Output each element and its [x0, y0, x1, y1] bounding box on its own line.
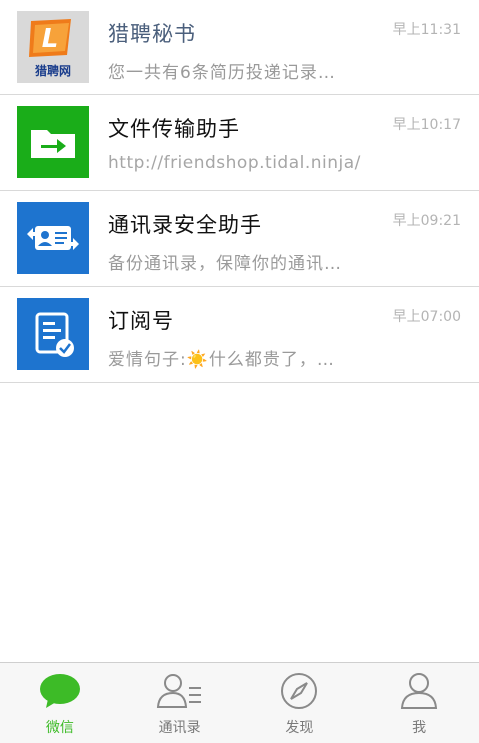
chat-item-subscriptions[interactable]: 订阅号 早上07:00 爱情句子:☀️什么都贵了，…: [0, 287, 479, 383]
chat-preview: 爱情句子:☀️什么都贵了，…: [108, 350, 335, 370]
tab-contacts[interactable]: 通讯录: [120, 663, 240, 743]
file-transfer-avatar: [17, 106, 89, 178]
liepin-logo-text: 猎聘网: [35, 63, 71, 78]
chat-list: L 猎聘网 猎聘秘书 早上11:31 您一共有6条简历投递记录… 文件传输助手 …: [0, 0, 479, 383]
chat-preview: 备份通讯录，保障你的通讯…: [108, 254, 342, 274]
subscriptions-avatar: [17, 298, 89, 370]
chat-item-liepin[interactable]: L 猎聘网 猎聘秘书 早上11:31 您一共有6条简历投递记录…: [0, 0, 479, 95]
person-icon: [399, 671, 439, 715]
tab-me[interactable]: 我: [359, 663, 479, 743]
svg-text:L: L: [42, 24, 59, 54]
folder-arrow-icon: [17, 106, 89, 178]
chat-time: 早上07:00: [392, 309, 461, 325]
bottom-tab-bar: 微信 通讯录 发现 我: [0, 662, 479, 743]
contact-sync-icon: [17, 202, 89, 274]
tab-label: 发现: [285, 720, 314, 736]
compass-icon: [279, 671, 319, 715]
chat-title: 文件传输助手: [108, 117, 240, 141]
chat-item-contacts-security[interactable]: 通讯录安全助手 早上09:21 备份通讯录，保障你的通讯…: [0, 191, 479, 287]
chat-title: 猎聘秘书: [108, 22, 196, 46]
chat-time: 早上09:21: [392, 213, 461, 229]
tab-label: 通讯录: [158, 720, 201, 736]
chat-time: 早上11:31: [392, 22, 461, 38]
tab-discover[interactable]: 发现: [240, 663, 360, 743]
chat-title: 订阅号: [108, 309, 174, 333]
chat-item-file-transfer[interactable]: 文件传输助手 早上10:17 http://friendshop.tidal.n…: [0, 95, 479, 191]
chat-time: 早上10:17: [392, 117, 461, 133]
chat-bubble-icon: [38, 671, 82, 715]
tab-label: 微信: [45, 720, 74, 736]
tab-wechat[interactable]: 微信: [0, 663, 120, 743]
contacts-icon: [155, 671, 205, 715]
contacts-security-avatar: [17, 202, 89, 274]
liepin-avatar: L 猎聘网: [17, 11, 89, 83]
document-check-icon: [17, 298, 89, 370]
chat-preview: 您一共有6条简历投递记录…: [108, 63, 336, 83]
chat-preview: http://friendshop.tidal.ninja/: [108, 153, 361, 173]
chat-title: 通讯录安全助手: [108, 213, 262, 237]
tab-label: 我: [412, 720, 427, 736]
